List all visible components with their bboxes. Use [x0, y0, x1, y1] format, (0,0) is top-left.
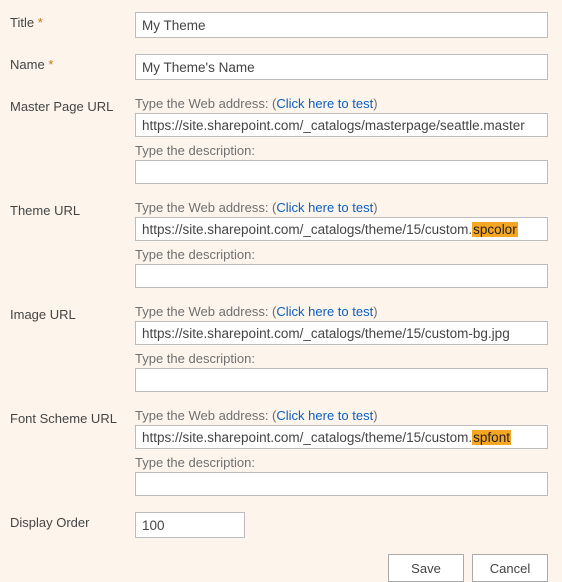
image-description-input[interactable] — [135, 368, 548, 392]
address-hint: Type the Web address: (Click here to tes… — [135, 200, 548, 215]
image-label: Image URL — [10, 304, 135, 322]
display-order-input[interactable] — [135, 512, 245, 538]
font-label: Font Scheme URL — [10, 408, 135, 426]
master-description-input[interactable] — [135, 160, 548, 184]
theme-label: Theme URL — [10, 200, 135, 218]
save-button[interactable]: Save — [388, 554, 464, 582]
address-hint: Type the Web address: (Click here to tes… — [135, 304, 548, 319]
required-mark: * — [48, 57, 53, 72]
title-input[interactable] — [135, 12, 548, 38]
description-hint: Type the description: — [135, 247, 548, 262]
address-hint: Type the Web address: (Click here to tes… — [135, 96, 548, 111]
test-link[interactable]: Click here to test — [276, 96, 373, 111]
required-mark: * — [38, 15, 43, 30]
description-hint: Type the description: — [135, 143, 548, 158]
master-url-input[interactable]: https://site.sharepoint.com/_catalogs/ma… — [135, 113, 548, 137]
cancel-button[interactable]: Cancel — [472, 554, 548, 582]
description-hint: Type the description: — [135, 455, 548, 470]
highlight-spfont: spfont — [472, 430, 511, 445]
test-link[interactable]: Click here to test — [276, 304, 373, 319]
name-input[interactable] — [135, 54, 548, 80]
test-link[interactable]: Click here to test — [276, 408, 373, 423]
title-label: Title * — [10, 12, 135, 30]
address-hint: Type the Web address: (Click here to tes… — [135, 408, 548, 423]
name-label: Name * — [10, 54, 135, 72]
theme-url-input[interactable]: https://site.sharepoint.com/_catalogs/th… — [135, 217, 548, 241]
master-label: Master Page URL — [10, 96, 135, 114]
test-link[interactable]: Click here to test — [276, 200, 373, 215]
order-label: Display Order — [10, 512, 135, 530]
highlight-spcolor: spcolor — [472, 222, 518, 237]
theme-description-input[interactable] — [135, 264, 548, 288]
font-description-input[interactable] — [135, 472, 548, 496]
description-hint: Type the description: — [135, 351, 548, 366]
font-url-input[interactable]: https://site.sharepoint.com/_catalogs/th… — [135, 425, 548, 449]
image-url-input[interactable]: https://site.sharepoint.com/_catalogs/th… — [135, 321, 548, 345]
